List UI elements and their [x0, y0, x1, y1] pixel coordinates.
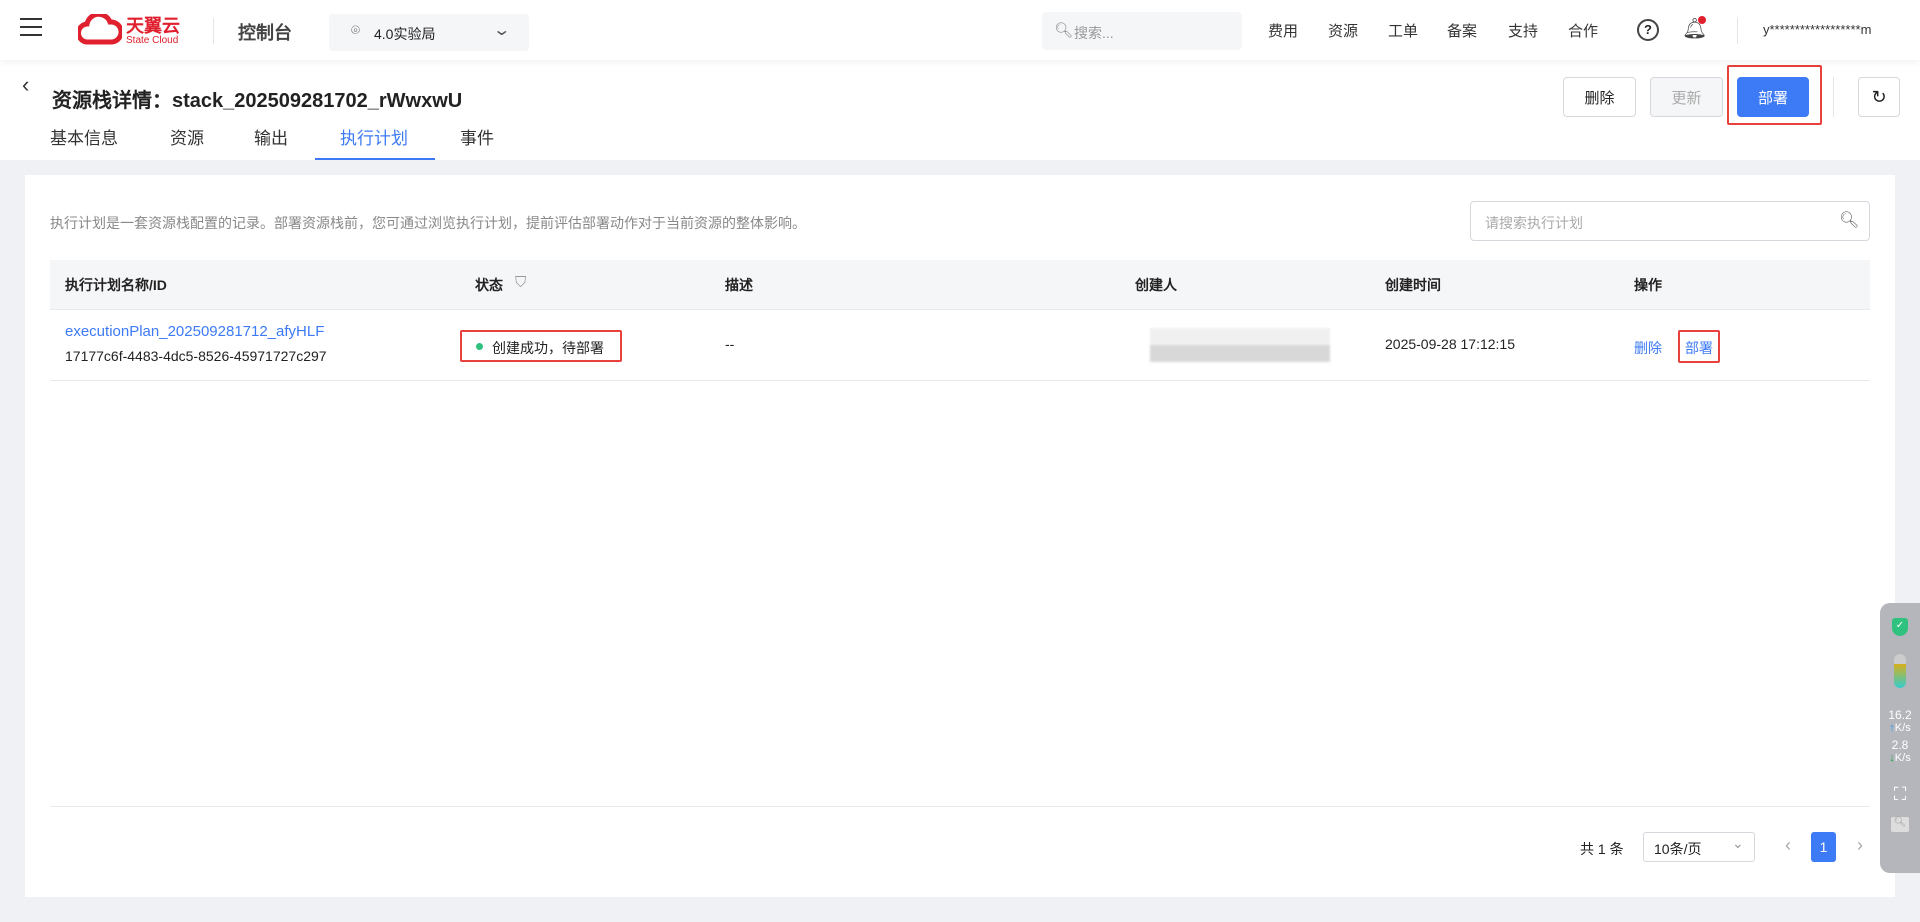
tab-events[interactable]: 事件: [460, 124, 494, 149]
row-deploy-button[interactable]: 部署: [1685, 338, 1713, 358]
filter-icon[interactable]: ⛉: [515, 274, 526, 291]
table-row: executionPlan_202509281712_afyHLF 17177c…: [50, 310, 1870, 381]
divider: [213, 18, 214, 44]
nav-resources[interactable]: 资源: [1328, 20, 1358, 41]
divider: [1833, 77, 1834, 117]
search-icon[interactable]: 🔍︎: [1839, 210, 1859, 230]
crop-icon[interactable]: ⛶: [1880, 784, 1920, 805]
plan-name-link[interactable]: executionPlan_202509281712_afyHLF: [65, 323, 324, 340]
tab-outputs[interactable]: 输出: [254, 124, 288, 149]
page-title: 资源栈详情：stack_202509281702_rWwxwU: [52, 90, 463, 112]
notification-dot: [1698, 16, 1706, 24]
chevron-down-icon: ⌄: [492, 22, 512, 39]
logo[interactable]: 天翼云 State Cloud: [78, 12, 193, 48]
plan-search-input[interactable]: 请搜索执行计划 🔍︎: [1470, 201, 1870, 241]
row-delete-button[interactable]: 删除: [1634, 338, 1662, 358]
tab-basic-info[interactable]: 基本信息: [50, 124, 118, 149]
page-size-select[interactable]: 10条/页 ⌄: [1643, 832, 1755, 862]
tab-resources[interactable]: 资源: [170, 124, 204, 149]
update-button[interactable]: 更新: [1650, 77, 1723, 117]
deploy-button[interactable]: 部署: [1737, 77, 1809, 117]
table-header: 执行计划名称/ID 状态 ⛉ 描述 创建人 创建时间 操作: [50, 260, 1870, 310]
network-monitor-widget[interactable]: ✓ 16.2 ↑K/s 2.8 ↓K/s ⛶ 🔍︎: [1880, 603, 1920, 873]
refresh-icon[interactable]: ↻: [1858, 77, 1900, 117]
shield-check-icon: ✓: [1892, 618, 1908, 636]
prev-page-button[interactable]: ‹: [1785, 835, 1791, 856]
description-text: 执行计划是一套资源栈配置的记录。部署资源栈前，您可通过浏览执行计划，提前评估部署…: [50, 215, 806, 231]
location-icon: ⌾: [351, 22, 361, 39]
delete-button[interactable]: 删除: [1563, 77, 1636, 117]
nav-cost[interactable]: 费用: [1268, 20, 1298, 41]
nav-filing[interactable]: 备案: [1447, 20, 1477, 41]
menu-icon[interactable]: [20, 18, 42, 36]
status-dot: [476, 343, 483, 350]
back-icon[interactable]: ‹: [22, 72, 29, 98]
nav-support[interactable]: 支持: [1508, 20, 1538, 41]
creator-redacted: [1150, 328, 1330, 362]
user-menu[interactable]: y******************m: [1763, 22, 1871, 37]
tab-execution-plan[interactable]: 执行计划: [340, 124, 408, 149]
console-title[interactable]: 控制台: [238, 19, 292, 45]
chevron-down-icon: ⌄: [1732, 835, 1744, 851]
page-header: ‹ 资源栈详情：stack_202509281702_rWwxwU 删除 更新 …: [0, 60, 1920, 160]
nav-tickets[interactable]: 工单: [1388, 20, 1418, 41]
content-card: 执行计划是一套资源栈配置的记录。部署资源栈前，您可通过浏览执行计划，提前评估部署…: [25, 175, 1895, 897]
region-selector[interactable]: ⌾ 4.0实验局 ⌄: [329, 14, 529, 51]
status-badge: 创建成功，待部署: [460, 330, 622, 362]
plan-id: 17177c6f-4483-4dc5-8526-45971727c297: [65, 348, 327, 364]
total-count: 共 1 条: [1580, 841, 1624, 857]
divider: [1737, 18, 1738, 44]
active-tab-indicator: [315, 158, 435, 160]
divider: [50, 806, 1870, 807]
top-navbar: 天翼云 State Cloud 控制台 ⌾ 4.0实验局 ⌄ 🔍︎ 搜索... …: [0, 0, 1920, 60]
page-1-button[interactable]: 1: [1811, 832, 1836, 862]
help-icon[interactable]: ?: [1637, 19, 1659, 41]
nav-partner[interactable]: 合作: [1568, 20, 1598, 41]
search-icon: 🔍︎: [1054, 22, 1074, 39]
memory-gauge: [1894, 654, 1906, 688]
search-screenshot-icon[interactable]: 🔍︎: [1891, 817, 1909, 832]
next-page-button[interactable]: ›: [1857, 835, 1863, 856]
global-search[interactable]: 🔍︎ 搜索...: [1042, 12, 1242, 50]
